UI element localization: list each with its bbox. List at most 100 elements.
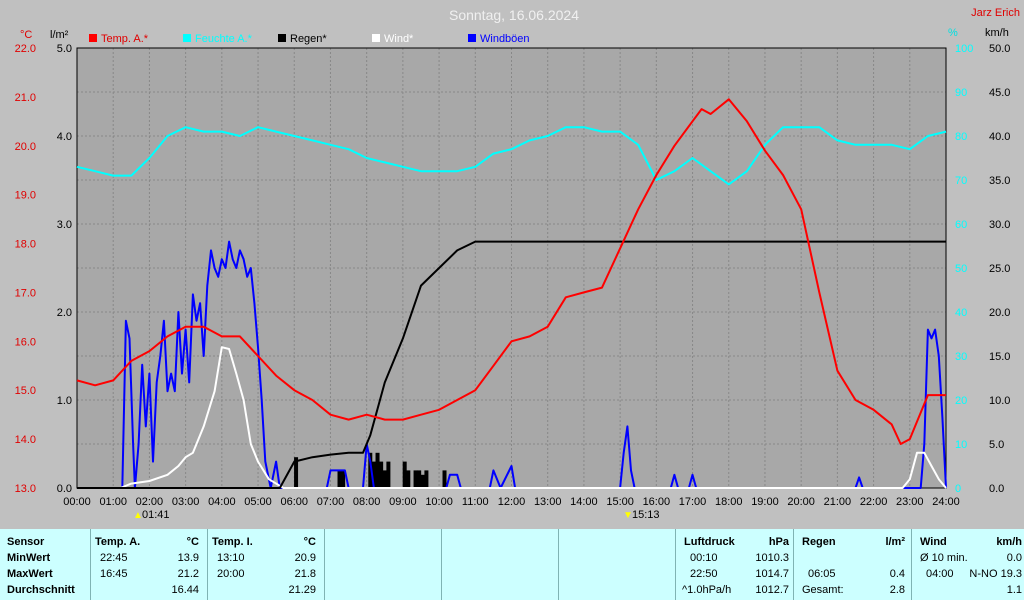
humidity-tick-label: 70: [955, 175, 967, 187]
humidity-tick-label: 60: [955, 219, 967, 231]
stats-wind-col: Wind km/h Ø 10 min. 0.0 04:00 N-NO 19.3 …: [912, 529, 1024, 600]
stats-temp-a-avg-value: 16.44: [171, 584, 199, 596]
temp-tick-label: 20.0: [15, 141, 36, 153]
legend-label-temp: Temp. A.*: [101, 33, 149, 45]
stats-empty-col-2: [442, 529, 559, 600]
stats-temp-i-max-value: 21.8: [294, 568, 316, 580]
stats-temp-i-avg-value: 21.29: [288, 584, 316, 596]
legend-swatch-wind: [372, 34, 380, 42]
rain-bar: [442, 470, 447, 488]
stats-rain-header: Regen: [802, 536, 836, 548]
stats-empty-col-1: [325, 529, 442, 600]
legend-swatch-rain: [278, 34, 286, 42]
stats-temp-a-max-value: 21.2: [177, 568, 199, 580]
stats-sensor-col: Sensor MinWert MaxWert Durchschnitt: [0, 529, 91, 600]
legend-swatch-humidity: [183, 34, 191, 42]
x-tick-label: 16:00: [643, 496, 671, 508]
legend-label-rain: Regen*: [290, 33, 327, 45]
temp-tick-label: 21.0: [15, 92, 36, 104]
stats-rain-total-label: Gesamt:: [802, 584, 844, 596]
rain-tick-label: 0.0: [57, 483, 72, 495]
stats-wind-unit: km/h: [996, 536, 1022, 548]
stats-wind-avg-value: 1.1: [1006, 584, 1022, 596]
humidity-tick-label: 30: [955, 351, 967, 363]
x-tick-label: 00:00: [63, 496, 91, 508]
x-tick-label: 06:00: [280, 496, 308, 508]
x-tick-label: 04:00: [208, 496, 236, 508]
x-tick-label: 19:00: [751, 496, 779, 508]
humidity-tick-label: 50: [955, 263, 967, 275]
humidity-tick-label: 80: [955, 131, 967, 143]
stats-temp-i-col: Temp. I. °C 13:10 20.9 20:00 21.8 21.29: [208, 529, 325, 600]
stats-temp-a-col: Temp. A. °C 22:45 13.9 16:45 21.2 16.44: [91, 529, 208, 600]
stats-temp-i-max-time: 20:00: [217, 568, 245, 580]
temp-tick-label: 22.0: [15, 43, 36, 55]
rain-bar: [337, 470, 342, 488]
weather-chart: Sonntag, 16.06.2024 Jarz Erich °C l/m² %…: [0, 0, 1024, 525]
x-tick-label: 07:00: [317, 496, 345, 508]
legend-swatch-temp: [89, 34, 97, 42]
sunrise-time: 01:41: [142, 509, 170, 521]
legend-label-wind: Wind*: [384, 33, 414, 45]
stats-pressure-min-value: 1010.3: [755, 552, 789, 564]
x-tick-label: 22:00: [860, 496, 888, 508]
rain-bar: [382, 470, 387, 488]
rain-tick-label: 2.0: [57, 307, 72, 319]
temp-tick-label: 14.0: [15, 434, 36, 446]
x-tick-label: 11:00: [462, 496, 489, 508]
temp-tick-label: 16.0: [15, 336, 36, 348]
hum-unit-label: %: [948, 27, 958, 39]
sunrise-marker: ▲ 01:41: [133, 509, 170, 521]
x-tick-label: 18:00: [715, 496, 743, 508]
rain-tick-label: 5.0: [57, 43, 72, 55]
chart-title: Sonntag, 16.06.2024: [449, 7, 579, 23]
stats-row-max-label: MaxWert: [7, 568, 53, 580]
x-tick-label: 21:00: [824, 496, 852, 508]
stats-pressure-trend: ^1.0hPa/h: [682, 584, 732, 596]
rain-bar: [420, 474, 425, 488]
wind-tick-label: 35.0: [989, 175, 1010, 187]
legend-swatch-gusts: [468, 34, 476, 42]
stats-pressure-max-value: 1014.7: [755, 568, 789, 580]
wind-tick-label: 40.0: [989, 131, 1010, 143]
humidity-tick-label: 20: [955, 395, 967, 407]
legend-label-humidity: Feuchte A.*: [195, 33, 253, 45]
humidity-tick-label: 90: [955, 87, 967, 99]
stats-rain-unit: l/m²: [885, 536, 905, 548]
x-tick-label: 08:00: [353, 496, 381, 508]
x-tick-label: 15:00: [606, 496, 634, 508]
stats-temp-i-min-time: 13:10: [217, 552, 245, 564]
x-tick-label: 09:00: [389, 496, 417, 508]
stats-temp-a-header: Temp. A.: [95, 536, 141, 548]
rain-bar: [375, 452, 380, 488]
stats-wind-max-time: 04:00: [926, 568, 954, 580]
wind-tick-label: 15.0: [989, 351, 1010, 363]
x-tick-label: 05:00: [244, 496, 272, 508]
x-tick-label: 10:00: [425, 496, 453, 508]
stats-wind-min-value: 0.0: [1006, 552, 1022, 564]
rain-bar: [402, 461, 407, 488]
humidity-tick-label: 10: [955, 439, 967, 451]
wind-unit-label: km/h: [985, 27, 1009, 39]
stats-pressure-avg-value: 1012.7: [755, 584, 789, 596]
stats-rain-total-value: 2.8: [889, 584, 905, 596]
wind-tick-label: 0.0: [989, 483, 1004, 495]
stats-pressure-header: Luftdruck: [684, 536, 735, 548]
sunset-marker: ▼ 15:13: [623, 509, 660, 521]
temp-tick-label: 13.0: [15, 483, 36, 495]
stats-temp-i-min-value: 20.9: [294, 552, 316, 564]
stats-rain-max-time: 06:05: [808, 568, 836, 580]
rain-bar: [413, 470, 418, 488]
stats-rain-col: Regen l/m² 06:05 0.4 Gesamt: 2.8: [794, 529, 912, 600]
rain-bar: [417, 470, 422, 488]
x-tick-label: 03:00: [172, 496, 200, 508]
temp-unit-label: °C: [20, 29, 32, 41]
x-tick-label: 20:00: [787, 496, 815, 508]
stats-wind-header: Wind: [920, 536, 947, 548]
x-tick-label: 02:00: [136, 496, 164, 508]
x-tick-label: 12:00: [498, 496, 526, 508]
stats-row-avg-label: Durchschnitt: [7, 584, 75, 596]
rain-bar: [424, 470, 429, 488]
rain-tick-label: 4.0: [57, 131, 72, 143]
stats-row-min-label: MinWert: [7, 552, 51, 564]
